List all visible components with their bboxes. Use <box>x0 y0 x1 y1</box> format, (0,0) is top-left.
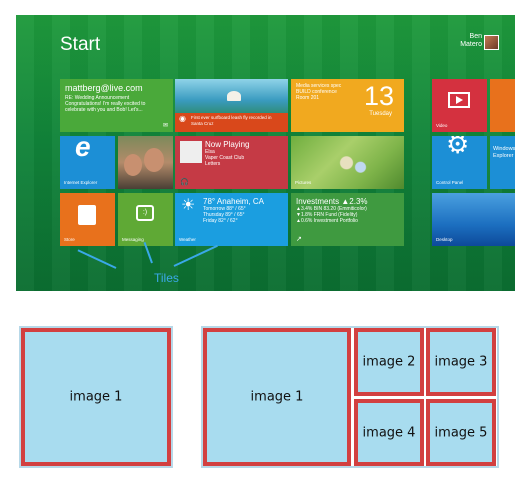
tile-label: Video <box>436 123 448 128</box>
user-first-name: Ben <box>469 33 482 40</box>
photo-caption: ◉ First ever surfboard leash fly recorde… <box>175 113 288 132</box>
investments-title: Investments ▲2.3% <box>296 197 368 206</box>
desktop-tile[interactable]: Desktop <box>432 193 515 246</box>
calendar-day: Tuesday <box>369 111 392 117</box>
sun-icon: ☀ <box>181 197 196 214</box>
mail-tile[interactable]: mattberg@live.com RE: Wedding Announceme… <box>60 79 173 132</box>
music-tile[interactable]: Now Playing Elsa Vaper Coast Club Letter… <box>175 136 288 189</box>
mail-address: mattberg@live.com <box>65 83 143 93</box>
image-label: image 5 <box>434 425 488 440</box>
album-art <box>180 141 202 163</box>
investment-line: ▲0.6% Investment Portfolio <box>296 218 358 224</box>
avatar[interactable] <box>484 35 499 50</box>
now-playing-track: Letters <box>205 161 221 167</box>
rss-icon: ◉ <box>179 114 186 123</box>
user-last-name: Matero <box>460 41 482 48</box>
internet-explorer-tile[interactable]: e Internet Explorer <box>60 136 115 189</box>
image-label: image 4 <box>362 425 416 440</box>
messaging-tile[interactable]: :) Messaging <box>118 193 173 246</box>
weather-tile[interactable]: ☀ 78° Anaheim, CA Tomorrow 88° / 65° Thu… <box>175 193 288 246</box>
bubbles-scene <box>336 154 371 176</box>
start-title: Start <box>60 34 101 55</box>
video-play-icon <box>448 92 470 108</box>
tile-label: Pictures <box>295 180 312 185</box>
mail-icon: ✉ <box>162 123 168 129</box>
image-1-tile: image 1 <box>21 328 171 466</box>
image-label: image 3 <box>434 354 488 370</box>
chart-icon: ↗ <box>296 236 302 243</box>
person-face <box>124 154 142 176</box>
tiles-annotation: Tiles <box>154 271 179 285</box>
pictures-tile[interactable]: Pictures <box>291 136 404 189</box>
partial-orange-tile[interactable] <box>490 79 515 132</box>
mail-line: celebrate with you and Bob! Let's... <box>65 107 143 113</box>
image-4-tile: image 4 <box>354 399 424 466</box>
person-face <box>144 148 164 172</box>
annotation-arrow <box>77 249 117 269</box>
image-1-large-tile: image 1 <box>203 328 351 466</box>
calendar-date: 13 <box>363 81 394 111</box>
now-playing-title: Now Playing <box>205 140 250 149</box>
store-tile[interactable]: Store <box>60 193 115 246</box>
chat-bubble-icon: :) <box>136 205 154 221</box>
weather-title: 78° Anaheim, CA <box>203 197 265 206</box>
user-name[interactable]: Ben Matero <box>460 33 482 49</box>
tile-label: Desktop <box>436 237 453 242</box>
tile-label: Messaging <box>122 237 144 242</box>
video-tile[interactable]: Video <box>432 79 487 132</box>
surf-photo-tile[interactable]: ◉ First ever surfboard leash fly recorde… <box>175 79 288 132</box>
annotation-arrow <box>173 244 218 267</box>
windows-explorer-tile[interactable]: Windows Explorer <box>490 136 515 189</box>
image-label: image 1 <box>250 389 304 405</box>
image-2-tile: image 2 <box>354 328 424 396</box>
image-3-tile: image 3 <box>426 328 496 396</box>
gear-icon: ⚙ <box>446 136 470 159</box>
tile-label: Weather <box>179 237 196 242</box>
tile-label: Internet Explorer <box>64 180 98 185</box>
image-label: image 1 <box>69 389 123 405</box>
image-label: image 2 <box>362 354 416 370</box>
tile-label: Store <box>64 237 75 242</box>
people-photo-tile[interactable] <box>118 136 173 189</box>
image-5-tile: image 5 <box>426 399 496 466</box>
shopping-bag-icon <box>78 205 96 225</box>
start-screen: Start Ben Matero mattberg@live.com RE: W… <box>16 15 515 291</box>
calendar-tile[interactable]: Media services spec BUILD conference Roo… <box>291 79 404 132</box>
photo-caption-text: First ever surfboard leash fly recorded … <box>191 115 272 126</box>
tile-label: Windows Explorer <box>493 146 515 159</box>
surfer-figure <box>227 91 241 101</box>
ie-icon: e <box>75 136 91 162</box>
control-panel-tile[interactable]: ⚙ Control Panel <box>432 136 487 189</box>
headphones-icon: 🎧 <box>180 179 189 186</box>
investments-tile[interactable]: Investments ▲2.3% ▲3.4% BIN 83.20 (Emmit… <box>291 193 404 246</box>
tile-label: Control Panel <box>436 180 464 185</box>
weather-line: Friday 82° / 62° <box>203 218 238 224</box>
